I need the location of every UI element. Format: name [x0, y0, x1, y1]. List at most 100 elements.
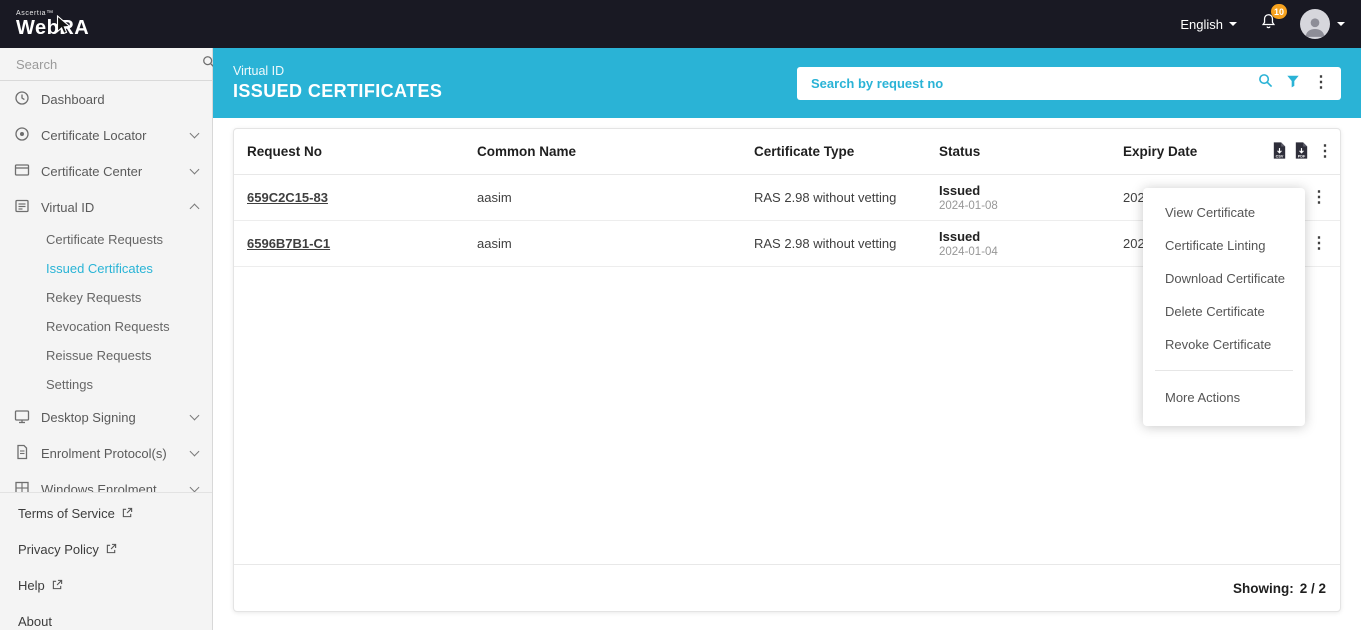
topbar: Ascertia™ WebRA English 10 — [0, 0, 1361, 48]
link-about[interactable]: About — [0, 603, 212, 639]
sidebar-item-enrolment-protocols[interactable]: Enrolment Protocol(s) — [0, 435, 212, 471]
chevron-down-icon — [190, 447, 200, 457]
export-pdf-icon[interactable]: PDF — [1295, 142, 1308, 162]
sidebar-item-label: Dashboard — [41, 92, 105, 107]
column-header-expiry-date: Expiry Date — [1123, 144, 1273, 159]
status-badge: Issued — [939, 229, 1123, 244]
sidebar-item-certificate-locator[interactable]: Certificate Locator — [0, 117, 212, 153]
chevron-down-icon — [190, 483, 200, 492]
sidebar-item-label: Desktop Signing — [41, 410, 136, 425]
sidebar-item-label: Windows Enrolment — [41, 482, 157, 493]
request-no-cell: 659C2C15-83 — [247, 190, 477, 205]
showing-count: 2 / 2 — [1300, 581, 1326, 596]
sidebar: Dashboard Certificate Locator Certificat… — [0, 48, 213, 630]
row-context-menu: View Certificate Certificate Linting Dow… — [1143, 188, 1305, 426]
certificate-type-cell: RAS 2.98 without vetting — [754, 236, 939, 251]
link-label: Help — [18, 578, 45, 593]
sidebar-item-dashboard[interactable]: Dashboard — [0, 81, 212, 117]
notification-badge: 10 — [1271, 4, 1287, 19]
virtual-id-submenu: Certificate Requests Issued Certificates… — [0, 225, 212, 399]
request-no-link[interactable]: 6596B7B1-C1 — [247, 236, 330, 251]
search-input[interactable] — [809, 75, 1245, 92]
language-label: English — [1180, 17, 1223, 32]
chevron-down-icon — [190, 411, 200, 421]
desktop-signing-icon — [14, 408, 30, 427]
user-menu[interactable] — [1300, 9, 1345, 39]
status-date: 2024-01-08 — [939, 200, 1123, 212]
sidebar-nav: Dashboard Certificate Locator Certificat… — [0, 81, 212, 492]
column-header-status: Status — [939, 144, 1123, 159]
external-link-icon — [52, 578, 63, 593]
sidebar-item-reissue-requests[interactable]: Reissue Requests — [0, 341, 212, 370]
virtual-id-icon — [14, 198, 30, 217]
certificate-type-cell: RAS 2.98 without vetting — [754, 190, 939, 205]
page-title: ISSUED CERTIFICATES — [233, 81, 442, 102]
svg-text:CSV: CSV — [1276, 154, 1284, 158]
chevron-down-icon — [190, 129, 200, 139]
chevron-up-icon — [190, 204, 200, 214]
menu-item-certificate-linting[interactable]: Certificate Linting — [1143, 229, 1305, 262]
menu-item-delete-certificate[interactable]: Delete Certificate — [1143, 295, 1305, 328]
kebab-menu-icon[interactable]: ⋮ — [1313, 75, 1329, 91]
sidebar-item-certificate-requests[interactable]: Certificate Requests — [0, 225, 212, 254]
request-no-link[interactable]: 659C2C15-83 — [247, 190, 328, 205]
brand-small-text: Ascertia™ — [16, 10, 89, 17]
link-help[interactable]: Help — [0, 567, 212, 603]
menu-item-view-certificate[interactable]: View Certificate — [1143, 196, 1305, 229]
sidebar-item-label: Certificate Center — [41, 164, 142, 179]
notifications-button[interactable]: 10 — [1259, 12, 1278, 36]
sidebar-item-windows-enrolment[interactable]: Windows Enrolment — [0, 471, 212, 492]
table-header: Request No Common Name Certificate Type … — [234, 129, 1340, 175]
menu-item-more-actions[interactable]: More Actions — [1143, 381, 1305, 414]
export-csv-icon[interactable]: CSV — [1273, 142, 1286, 162]
app-logo[interactable]: Ascertia™ WebRA — [16, 10, 89, 38]
avatar — [1300, 9, 1330, 39]
certificate-center-icon — [14, 162, 30, 181]
page-header-band: Virtual ID ISSUED CERTIFICATES ⋮ — [213, 48, 1361, 118]
table-search-box: ⋮ — [797, 67, 1341, 100]
menu-item-revoke-certificate[interactable]: Revoke Certificate — [1143, 328, 1305, 361]
table-header-actions: CSV PDF ⋮ — [1273, 142, 1333, 162]
status-cell: Issued 2024-01-08 — [939, 183, 1123, 212]
link-label: Terms of Service — [18, 506, 115, 521]
link-terms-of-service[interactable]: Terms of Service — [0, 495, 212, 531]
sidebar-search — [0, 48, 212, 81]
dashboard-icon — [14, 90, 30, 109]
common-name-cell: aasim — [477, 190, 754, 205]
sidebar-item-label: Certificate Locator — [41, 128, 147, 143]
sidebar-item-desktop-signing[interactable]: Desktop Signing — [0, 399, 212, 435]
external-link-icon — [122, 506, 133, 521]
row-kebab-menu-icon[interactable]: ⋮ — [1311, 190, 1327, 206]
sidebar-item-rekey-requests[interactable]: Rekey Requests — [0, 283, 212, 312]
menu-item-download-certificate[interactable]: Download Certificate — [1143, 262, 1305, 295]
status-cell: Issued 2024-01-04 — [939, 229, 1123, 258]
sidebar-item-issued-certificates[interactable]: Issued Certificates — [0, 254, 212, 283]
topbar-right: English 10 — [1180, 9, 1345, 39]
sidebar-item-virtual-id[interactable]: Virtual ID — [0, 189, 212, 225]
windows-enrolment-icon — [14, 480, 30, 493]
link-label: About — [18, 614, 52, 629]
row-kebab-menu-icon[interactable]: ⋮ — [1311, 236, 1327, 252]
link-privacy-policy[interactable]: Privacy Policy — [0, 531, 212, 567]
search-icon[interactable] — [1258, 73, 1273, 93]
language-selector[interactable]: English — [1180, 17, 1237, 32]
certificate-locator-icon — [14, 126, 30, 145]
sidebar-search-input[interactable] — [14, 56, 194, 73]
table-kebab-menu-icon[interactable]: ⋮ — [1317, 144, 1333, 160]
sidebar-item-settings[interactable]: Settings — [0, 370, 212, 399]
sidebar-footer: Terms of Service Privacy Policy Help Abo… — [0, 492, 212, 639]
menu-divider — [1155, 370, 1293, 371]
chevron-down-icon — [1337, 22, 1345, 26]
filter-icon[interactable] — [1286, 74, 1300, 93]
brand-text: WebRA — [16, 18, 89, 38]
main-content: Virtual ID ISSUED CERTIFICATES ⋮ Request… — [213, 48, 1361, 630]
breadcrumb: Virtual ID — [233, 64, 442, 78]
sidebar-item-revocation-requests[interactable]: Revocation Requests — [0, 312, 212, 341]
page-titles: Virtual ID ISSUED CERTIFICATES — [233, 64, 442, 102]
sidebar-item-certificate-center[interactable]: Certificate Center — [0, 153, 212, 189]
bell-icon — [1259, 18, 1278, 35]
table-footer: Showing: 2 / 2 — [234, 564, 1340, 611]
column-header-request-no: Request No — [247, 144, 477, 159]
showing-label: Showing: — [1233, 581, 1294, 596]
link-label: Privacy Policy — [18, 542, 99, 557]
